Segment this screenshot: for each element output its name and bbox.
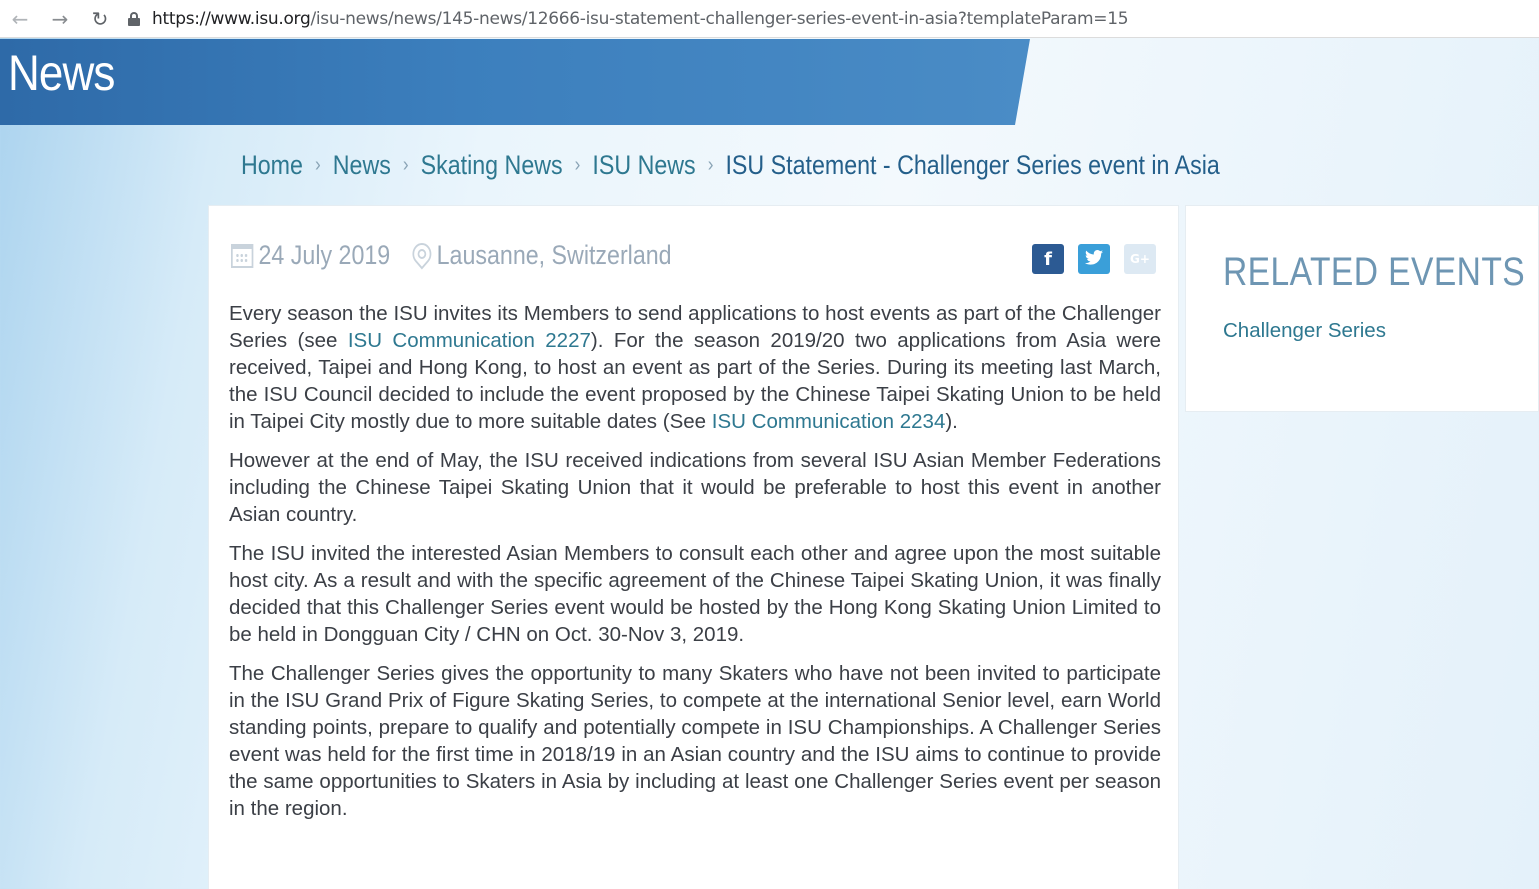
article-meta: 24 July 2019 Lausanne, Switzerland [231, 240, 672, 271]
browser-toolbar: ← → ↻ https://www.isu.org/isu-news/news/… [0, 0, 1539, 38]
address-bar[interactable]: https://www.isu.org/isu-news/news/145-ne… [128, 4, 1129, 34]
back-arrow-icon[interactable]: ← [0, 0, 40, 38]
lock-icon [128, 11, 140, 26]
calendar-icon [231, 243, 254, 268]
article-body: Every season the ISU invites its Members… [229, 300, 1161, 834]
twitter-share-button[interactable]: t [1078, 244, 1110, 274]
article-date: 24 July 2019 [258, 240, 391, 270]
share-buttons: f t G+ [1032, 244, 1156, 274]
isu-communication-2227-link[interactable]: ISU Communication 2227 [348, 329, 591, 352]
chevron-right-icon: › [574, 154, 581, 176]
breadcrumb: Home › News › Skating News › ISU News › … [241, 150, 1220, 181]
chevron-right-icon: › [314, 154, 321, 176]
article-panel: 24 July 2019 Lausanne, Switzerland f t G… [208, 205, 1179, 889]
facebook-icon: f [1044, 248, 1052, 270]
breadcrumb-news[interactable]: News [333, 150, 391, 181]
breadcrumb-current: ISU Statement - Challenger Series event … [725, 150, 1220, 180]
page-title: News [8, 45, 115, 101]
paragraph-1-text-c: ). [945, 410, 958, 433]
article-location: Lausanne, Switzerland [436, 240, 672, 270]
url-path: /isu-news/news/145-news/12666-isu-statem… [310, 8, 1129, 29]
paragraph-1: Every season the ISU invites its Members… [229, 300, 1161, 435]
paragraph-4: The Challenger Series gives the opportun… [229, 662, 1161, 820]
related-events-panel: RELATED EVENTS Challenger Series [1185, 205, 1539, 412]
facebook-share-button[interactable]: f [1032, 244, 1064, 274]
chevron-right-icon: › [707, 154, 714, 176]
twitter-bird-icon [1085, 249, 1103, 270]
isu-communication-2234-link[interactable]: ISU Communication 2234 [712, 410, 946, 433]
challenger-series-link[interactable]: Challenger Series [1223, 319, 1386, 343]
paragraph-2: However at the end of May, the ISU recei… [229, 449, 1161, 526]
breadcrumb-skating-news[interactable]: Skating News [421, 150, 563, 181]
reload-icon[interactable]: ↻ [80, 0, 120, 38]
googleplus-icon: G+ [1130, 252, 1150, 266]
chevron-right-icon: › [402, 154, 409, 176]
googleplus-share-button[interactable]: G+ [1124, 244, 1156, 274]
url-host: https://www.isu.org [152, 8, 311, 29]
paragraph-3: The ISU invited the interested Asian Mem… [229, 542, 1161, 646]
forward-arrow-icon[interactable]: → [40, 0, 80, 38]
breadcrumb-isu-news[interactable]: ISU News [592, 150, 695, 181]
breadcrumb-home[interactable]: Home [241, 150, 303, 181]
related-events-heading: RELATED EVENTS [1223, 250, 1526, 294]
news-banner [0, 39, 1030, 125]
location-pin-icon [411, 243, 430, 269]
